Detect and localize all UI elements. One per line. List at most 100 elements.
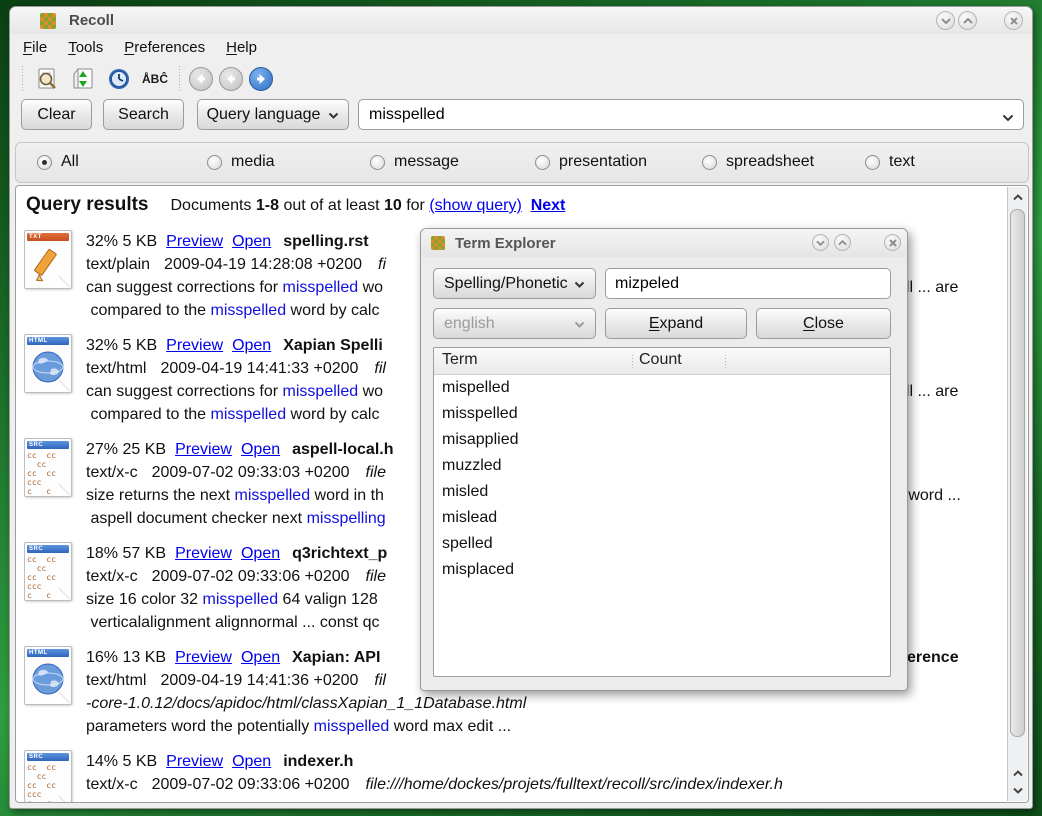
timestamp: 2009-04-19 14:41:36 +0200 (160, 672, 358, 689)
forward-icon[interactable] (249, 67, 273, 91)
term-column-header[interactable]: Term (442, 351, 478, 369)
menu-preferences[interactable]: Preferences (124, 39, 205, 56)
expansion-mode-dropdown[interactable]: Spelling/Phonetic (433, 268, 596, 299)
open-link[interactable]: Open (232, 337, 271, 354)
expand-button[interactable]: Expand (605, 308, 747, 339)
radio-button[interactable] (37, 155, 52, 170)
file-type-label: HTML (27, 337, 69, 345)
preview-link[interactable]: Preview (175, 545, 232, 562)
term-row[interactable]: mispelled (434, 375, 890, 401)
menu-help[interactable]: Help (226, 39, 257, 56)
search-query-combobox[interactable] (358, 99, 1024, 130)
filter-all[interactable]: All (37, 153, 79, 171)
radio-button[interactable] (207, 155, 222, 170)
term-row[interactable]: mislead (434, 505, 890, 531)
desktop: { "colors": { "link": "#0000ee", "term_h… (0, 0, 1042, 816)
open-link[interactable]: Open (241, 649, 280, 666)
results-scrollbar[interactable] (1007, 187, 1027, 801)
radio-button[interactable] (370, 155, 385, 170)
term-table-header[interactable]: Term Count (434, 348, 890, 375)
mime-type: text/x-c (86, 568, 138, 585)
mime-type: text/html (86, 360, 146, 377)
open-link[interactable]: Open (232, 233, 271, 250)
title-bar[interactable]: Recoll (10, 7, 1032, 34)
file-url: fil (374, 672, 386, 689)
preview-link[interactable]: Preview (175, 649, 232, 666)
term-input[interactable] (615, 270, 875, 297)
search-button[interactable]: Search (103, 99, 184, 130)
results-summary: Documents 1-8 out of at least 10 for (171, 197, 430, 214)
filter-message[interactable]: message (370, 153, 459, 171)
dialog-minimize-button[interactable] (812, 234, 829, 251)
next-page-link[interactable]: Next (531, 197, 566, 214)
column-resize-handle[interactable] (725, 355, 726, 368)
result-headline: 18% 57 KBPreviewOpenq3richtext_p (86, 542, 387, 565)
highlighted-term: misspelled (211, 302, 287, 319)
dialog-close-action-button[interactable]: Close (756, 308, 891, 339)
close-button[interactable] (1004, 11, 1023, 30)
dialog-title: Term Explorer (455, 235, 556, 252)
snippet-text: aspell document checker next (86, 510, 307, 527)
result-headline: 32% 5 KB Preview Open Xapian Spelli (86, 334, 386, 357)
menu-bar: File Tools Preferences Help (10, 34, 1032, 60)
menu-file[interactable]: File (23, 39, 47, 56)
history-clock-icon[interactable] (105, 65, 133, 93)
maximize-button[interactable] (958, 11, 977, 30)
search-row: Clear Search Query language (10, 97, 1032, 137)
update-index-icon[interactable] (69, 65, 97, 93)
back-icon[interactable] (189, 67, 213, 91)
menu-tools[interactable]: Tools (68, 39, 103, 56)
term-row[interactable]: muzzled (434, 453, 890, 479)
column-resize-handle[interactable] (632, 355, 633, 368)
search-input[interactable] (369, 101, 969, 128)
relevance-and-size: 32% 5 KB (86, 337, 157, 354)
preview-link[interactable]: Preview (166, 753, 223, 770)
file-type-label: HTML (27, 649, 69, 657)
term-row[interactable]: misspelled (434, 401, 890, 427)
scrollbar-thumb[interactable] (1010, 209, 1025, 737)
page-fold (59, 380, 70, 391)
open-link[interactable]: Open (241, 441, 280, 458)
dialog-maximize-button[interactable] (834, 234, 851, 251)
filter-presentation[interactable]: presentation (535, 153, 647, 171)
clear-button[interactable]: Clear (21, 99, 92, 130)
back-icon[interactable] (219, 67, 243, 91)
radio-button[interactable] (865, 155, 880, 170)
radio-button[interactable] (535, 155, 550, 170)
query-language-dropdown[interactable]: Query language (197, 99, 349, 130)
term-row[interactable]: misapplied (434, 427, 890, 453)
result-title: Xapian Spelli (283, 337, 383, 354)
snippet-text: compared to the (86, 302, 211, 319)
toolbar-separator (177, 66, 182, 92)
term-row[interactable]: misled (434, 479, 890, 505)
preview-link[interactable]: Preview (166, 233, 223, 250)
toolbar-handle[interactable] (20, 66, 25, 92)
filter-media[interactable]: media (207, 153, 275, 171)
scroll-up-icon[interactable] (1008, 765, 1028, 781)
file-type-label: SRC (27, 753, 69, 761)
filter-spreadsheet[interactable]: spreadsheet (702, 153, 814, 171)
scroll-down-icon[interactable] (1008, 782, 1028, 798)
open-link[interactable]: Open (232, 753, 271, 770)
preview-link[interactable]: Preview (175, 441, 232, 458)
term-row[interactable]: misplaced (434, 557, 890, 583)
dialog-title-bar[interactable]: Term Explorer (421, 229, 907, 257)
show-query-link[interactable]: (show query) (429, 197, 521, 214)
result-meta-line: text/x-c2009-07-02 09:33:06 +0200file (86, 565, 387, 588)
radio-button[interactable] (702, 155, 717, 170)
scroll-up-icon[interactable] (1008, 189, 1028, 205)
page-fold (59, 588, 70, 599)
dialog-close-button[interactable] (884, 234, 901, 251)
term-row[interactable]: spelled (434, 531, 890, 557)
term-input-field[interactable] (605, 268, 891, 299)
filter-text[interactable]: text (865, 153, 915, 171)
open-link[interactable]: Open (241, 545, 280, 562)
count-column-header[interactable]: Count (639, 351, 682, 369)
language-dropdown[interactable]: english (433, 308, 596, 339)
chevron-down-icon[interactable] (1002, 109, 1014, 127)
term-explorer-abc-icon[interactable]: ÅBĈ (141, 65, 169, 93)
page-fold (59, 276, 70, 287)
document-preview-icon[interactable] (33, 65, 61, 93)
preview-link[interactable]: Preview (166, 337, 223, 354)
minimize-button[interactable] (936, 11, 955, 30)
